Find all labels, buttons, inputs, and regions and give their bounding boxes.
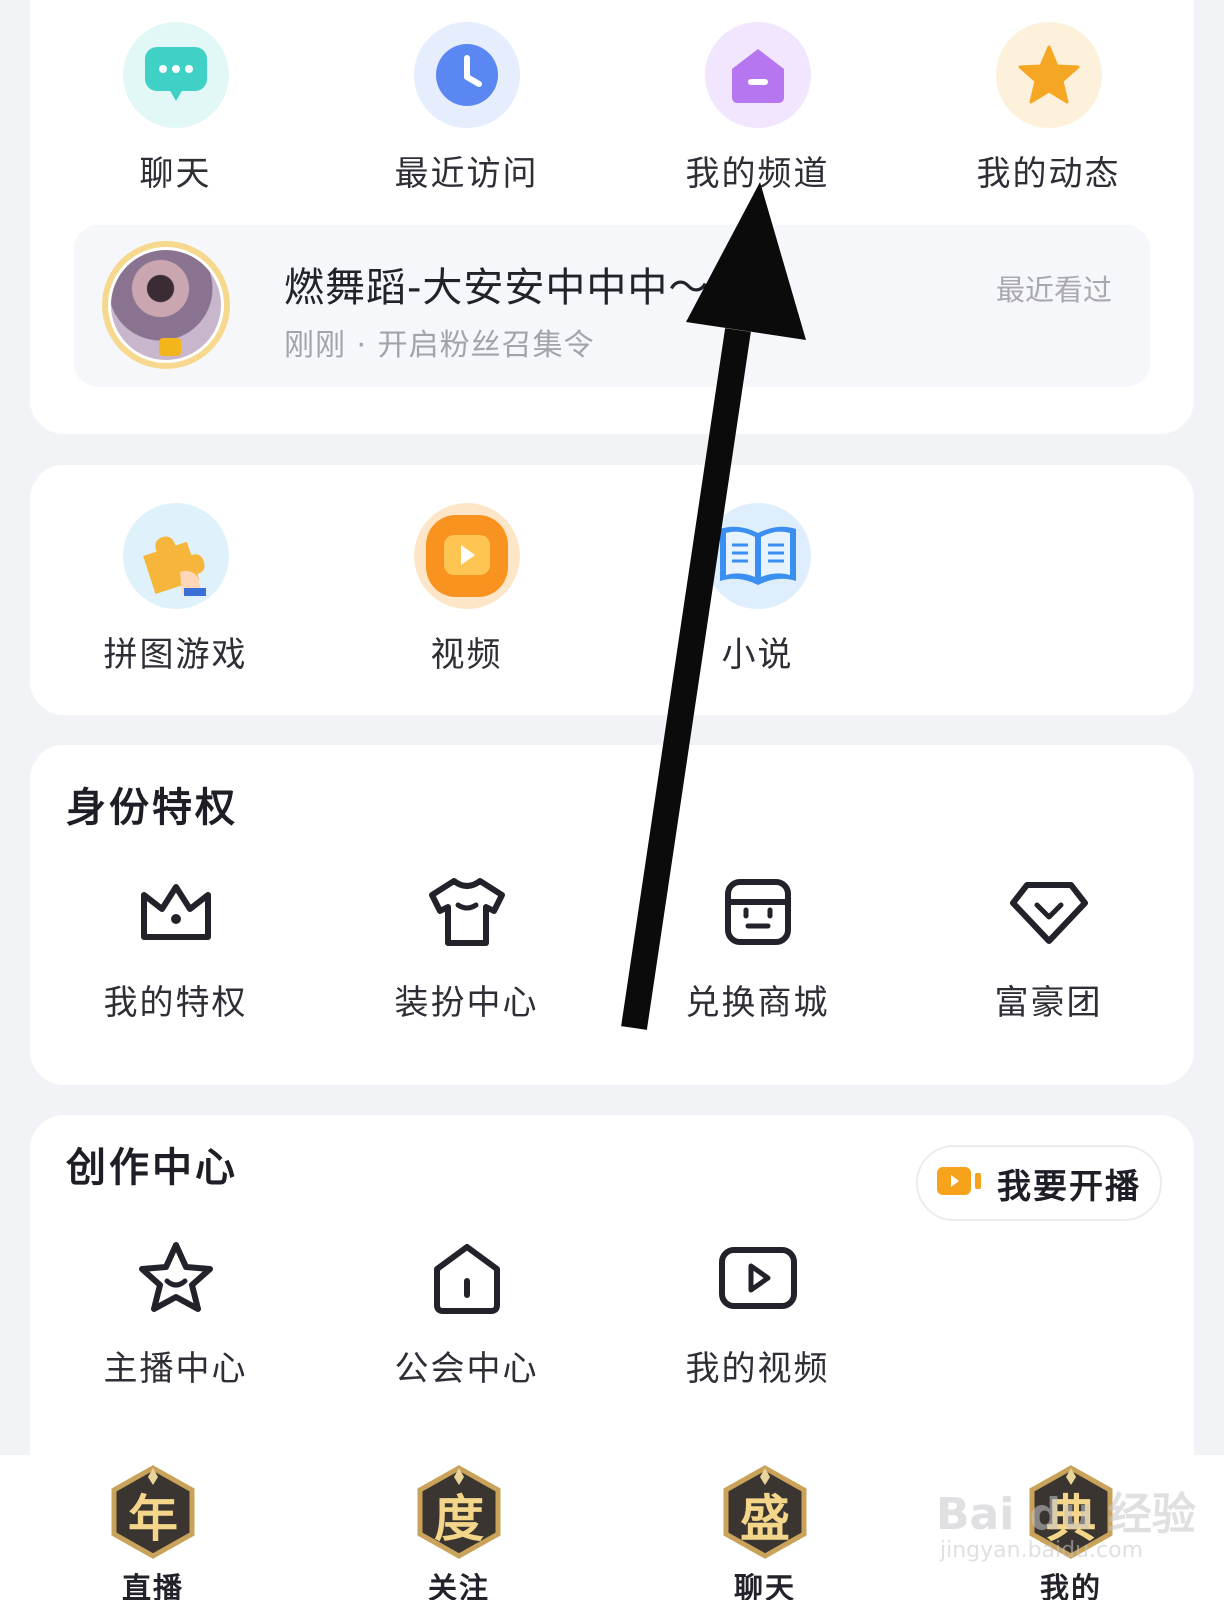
app-label: 视频 <box>430 635 503 675</box>
nav-tab-chat[interactable]: 盛 聊天 <box>612 1455 918 1600</box>
privilege-my-privileges[interactable]: 我的特权 <box>30 867 321 1024</box>
privilege-label: 富豪团 <box>994 983 1103 1023</box>
app-novel[interactable]: 小说 <box>612 503 903 676</box>
privilege-dressup-center[interactable]: 装扮中心 <box>321 867 612 1024</box>
quick-action-recent[interactable]: 最近访问 <box>321 22 612 195</box>
privilege-rich-club[interactable]: 富豪团 <box>903 867 1194 1024</box>
nav-label: 关注 <box>427 1571 490 1600</box>
clock-icon <box>413 22 520 128</box>
quick-action-label: 最近访问 <box>394 154 539 194</box>
quick-action-my-channel[interactable]: 我的频道 <box>612 22 903 195</box>
creator-label: 我的视频 <box>685 1349 830 1389</box>
badge-glyph: 度 <box>434 1490 484 1548</box>
privilege-row: 我的特权 装扮中心 兑换商城 富豪团 <box>30 867 1194 1024</box>
privilege-label: 兑换商城 <box>685 983 830 1023</box>
section-title: 身份特权 <box>66 785 238 831</box>
creator-anchor-center[interactable]: 主播中心 <box>30 1233 321 1390</box>
video-play-icon <box>413 503 520 609</box>
section-title: 创作中心 <box>66 1145 238 1191</box>
store-icon <box>713 867 803 957</box>
watermark-text: Bai du 经验 <box>936 1489 1196 1540</box>
creator-label: 主播中心 <box>103 1349 248 1389</box>
video-frame-icon <box>713 1233 803 1323</box>
quick-action-label: 聊天 <box>139 154 212 194</box>
recently-viewed-hint: 最近看过 <box>995 273 1112 307</box>
diamond-icon <box>1004 867 1094 957</box>
badge-glyph: 年 <box>128 1490 178 1548</box>
nav-label: 直播 <box>121 1571 184 1600</box>
avatar <box>102 241 230 369</box>
creator-guild-center[interactable]: 公会中心 <box>321 1233 612 1390</box>
quick-action-label: 我的频道 <box>685 154 830 194</box>
start-live-button[interactable]: 我要开播 <box>916 1145 1162 1221</box>
app-label: 拼图游戏 <box>103 635 248 675</box>
creator-center-card: 创作中心 我要开播 主播中心 公会中心 我的视频 <box>30 1115 1194 1455</box>
recent-channel-name: 燃舞蹈-大安安中中中～ <box>284 265 710 311</box>
privilege-label: 我的特权 <box>103 983 248 1023</box>
star-icon <box>995 22 1102 128</box>
hexagon-badge-icon: 度 <box>412 1465 506 1559</box>
quick-action-my-moments[interactable]: 我的动态 <box>903 22 1194 195</box>
recent-channel-status: 刚刚 · 开启粉丝召集令 <box>284 328 595 363</box>
identity-privilege-card: 身份特权 我的特权 装扮中心 兑换商城 富豪团 <box>30 745 1194 1085</box>
crown-icon <box>131 867 221 957</box>
quick-actions-card: 聊天 最近访问 我的频道 我的动态 燃舞蹈-大安安中中中～ 刚刚 · 开启粉丝召… <box>30 0 1194 434</box>
tshirt-icon <box>422 867 512 957</box>
creator-label: 公会中心 <box>394 1349 539 1389</box>
guild-house-icon <box>422 1233 512 1323</box>
privilege-label: 装扮中心 <box>394 983 539 1023</box>
puzzle-icon <box>122 503 229 609</box>
quick-actions-row: 聊天 最近访问 我的频道 我的动态 <box>30 22 1194 195</box>
apps-card: 拼图游戏 视频 小说 <box>30 465 1194 715</box>
badge-glyph: 盛 <box>740 1490 790 1548</box>
privilege-exchange-store[interactable]: 兑换商城 <box>612 867 903 1024</box>
star-smile-icon <box>131 1233 221 1323</box>
channel-house-icon <box>704 22 811 128</box>
nav-tab-live[interactable]: 年 直播 <box>0 1455 306 1600</box>
start-live-label: 我要开播 <box>997 1166 1141 1207</box>
creator-row: 主播中心 公会中心 我的视频 <box>30 1233 1194 1390</box>
app-puzzle-game[interactable]: 拼图游戏 <box>30 503 321 676</box>
watermark: Bai du 经验 jingyan.baidu.com <box>936 1470 1196 1580</box>
recently-viewed-item[interactable]: 燃舞蹈-大安安中中中～ 刚刚 · 开启粉丝召集令 最近看过 <box>74 225 1150 387</box>
watermark-url: jingyan.baidu.com <box>940 1538 1144 1563</box>
creator-my-videos[interactable]: 我的视频 <box>612 1233 903 1390</box>
quick-action-label: 我的动态 <box>976 154 1121 194</box>
app-video[interactable]: 视频 <box>321 503 612 676</box>
hexagon-badge-icon: 盛 <box>718 1465 812 1559</box>
apps-row: 拼图游戏 视频 小说 <box>30 503 1194 676</box>
nav-tab-follow[interactable]: 度 关注 <box>306 1455 612 1600</box>
hexagon-badge-icon: 年 <box>106 1465 200 1559</box>
quick-action-chat[interactable]: 聊天 <box>30 22 321 195</box>
book-icon <box>704 503 811 609</box>
nav-label: 聊天 <box>733 1571 796 1600</box>
live-camera-icon <box>937 1165 983 1201</box>
chat-bubble-icon <box>122 22 229 128</box>
app-label: 小说 <box>721 635 794 675</box>
